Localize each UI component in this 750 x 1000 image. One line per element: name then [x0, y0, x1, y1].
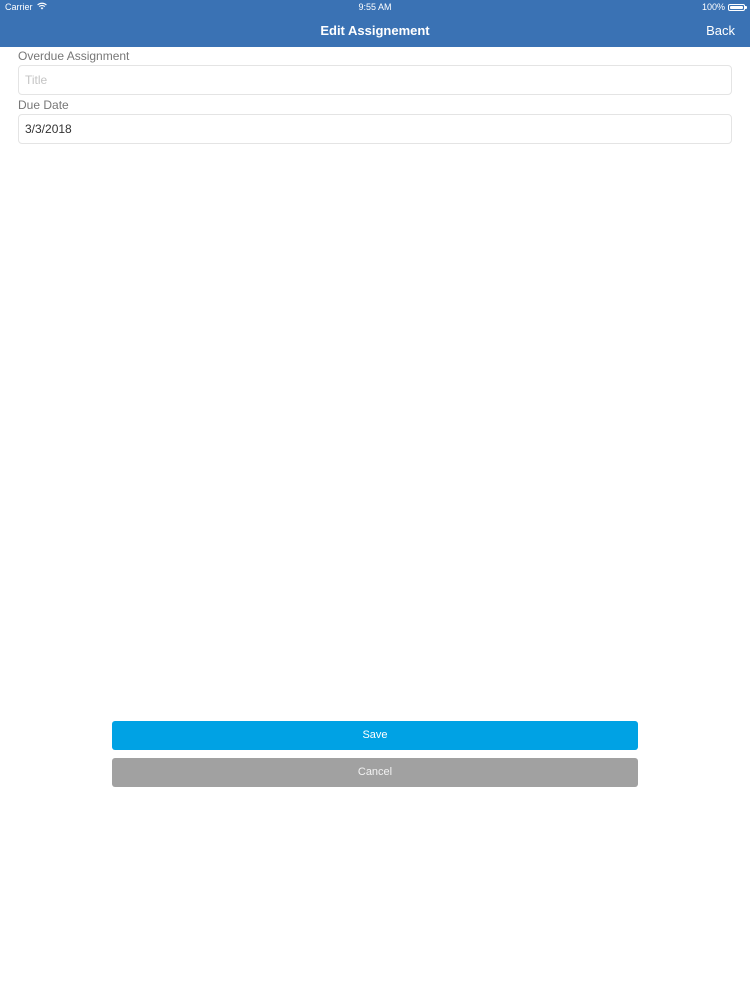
title-input[interactable]	[18, 65, 732, 95]
due-date-input[interactable]	[18, 114, 732, 144]
page-title: Edit Assignement	[320, 23, 430, 38]
battery-fill	[730, 5, 743, 9]
due-date-label: Due Date	[18, 98, 69, 112]
status-right: 100%	[701, 2, 747, 12]
battery-icon	[728, 3, 747, 11]
title-field-label: Overdue Assignment	[18, 49, 130, 63]
back-button[interactable]: Back	[706, 23, 735, 38]
battery-percent: 100%	[701, 2, 725, 12]
cancel-button[interactable]: Cancel	[112, 758, 638, 787]
save-button[interactable]: Save	[112, 721, 638, 750]
navigation-bar: Edit Assignement Back	[0, 15, 750, 47]
status-bar: Carrier 9:55 AM 100%	[0, 0, 750, 15]
status-time: 9:55 AM	[358, 2, 392, 12]
assignment-form: Overdue Assignment Due Date	[18, 48, 732, 144]
battery-tip	[745, 6, 747, 9]
